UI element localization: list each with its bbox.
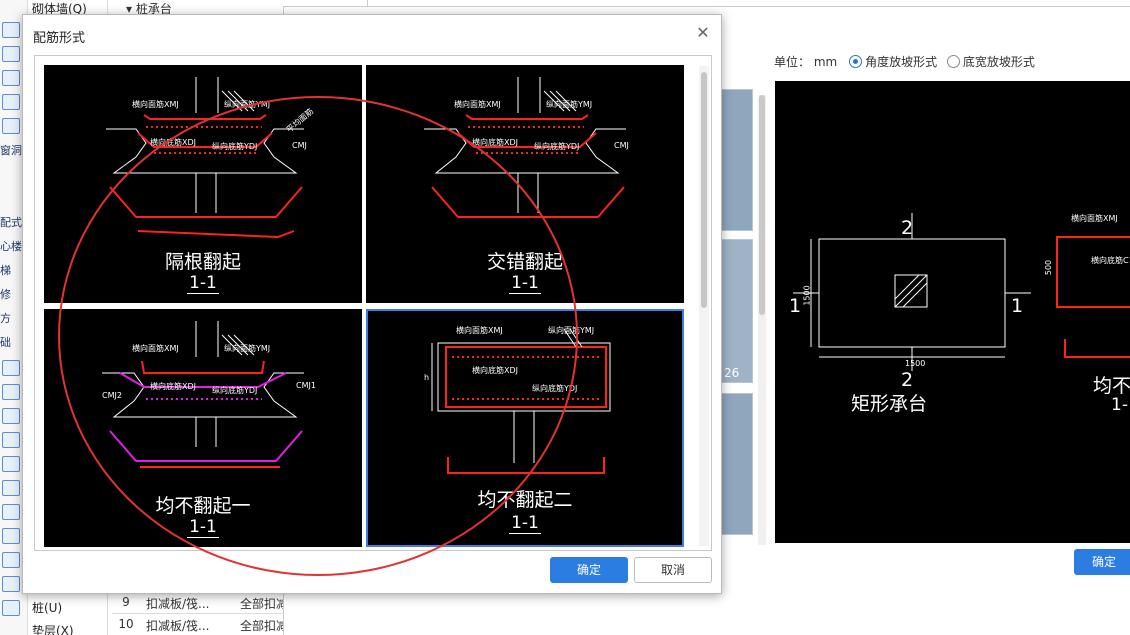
preview-rebar-label: 横向面筋XMJ (1071, 214, 1118, 223)
rebar-option-card[interactable]: 横向面筋XMJ 纵向面筋YMJ 横向底筋XDJ 纵向底筋YDJ CMJ1 CMJ… (44, 309, 362, 547)
rebar-label: CMJ1 (296, 381, 316, 390)
width-dimension: 1500 (905, 359, 926, 368)
row-name: 扣减板/筏... (146, 597, 210, 611)
section-label: 1-1 (187, 273, 219, 294)
preview-rebar-label: 横向底筋C1 (1091, 256, 1130, 265)
ok-button[interactable]: 确定 (550, 557, 628, 583)
section-mark-left: 1 (789, 295, 802, 317)
shape-thumbnail[interactable] (721, 89, 753, 231)
nav-item-cushion[interactable]: 垫层(X) (32, 622, 74, 635)
unit-value: mm (813, 55, 838, 69)
radio-angle-label: 角度放坡形式 (865, 55, 938, 69)
dialog-title: 配筋形式 (33, 31, 86, 46)
rebar-option-card-selected[interactable]: 横向面筋XMJ 纵向面筋YMJ 横向底筋XDJ 纵向底筋YDJ h 均不翻起二 … (366, 309, 684, 547)
rebar-label: 横向面筋XMJ (132, 100, 179, 109)
preview-dimension: 500 (1044, 259, 1054, 276)
preview-drawing (793, 213, 1130, 371)
rebar-label: 纵向底筋YDJ (532, 384, 578, 393)
rebar-label: 纵向底筋YDJ (212, 142, 258, 151)
rebar-label: CMJ (292, 141, 307, 150)
unit-row: 单位： mm 角度放坡形式 底宽放坡形式 (774, 53, 1035, 70)
preview-right-section: 1- (1111, 395, 1128, 415)
section-label: 1-1 (509, 513, 541, 534)
nav-item-pile[interactable]: 桩(U) (32, 599, 62, 616)
rebar-label: CMJ2 (102, 391, 122, 400)
row-index: 10 (118, 617, 134, 631)
pile-icon[interactable] (0, 598, 28, 618)
rebar-label: 纵向面筋YMJ (546, 100, 593, 109)
row-value[interactable]: 全部扣减 (240, 617, 288, 634)
option-caption: 均不翻起二 (477, 489, 573, 511)
option-caption: 均不翻起一 (155, 495, 251, 517)
preview-right-caption: 均不 (1093, 375, 1130, 397)
close-icon[interactable]: ✕ (695, 25, 711, 41)
option-caption: 交错翻起 (486, 251, 563, 273)
rebar-label: 纵向面筋YMJ (548, 326, 595, 335)
radio-dot-icon[interactable] (946, 55, 960, 68)
rebar-label: 横向面筋XMJ (132, 344, 179, 353)
option-scrollbar[interactable] (699, 66, 709, 546)
radio-dot-icon[interactable] (849, 55, 863, 68)
row-name: 扣减板/筏... (146, 619, 210, 633)
section-mark-right: 1 (1011, 295, 1024, 317)
rebar-label: h (424, 373, 430, 382)
preview-caption: 矩形承台 (851, 393, 928, 415)
outer-ok-button[interactable]: 确定 (1074, 549, 1130, 575)
rebar-label: 纵向底筋YDJ (212, 386, 258, 395)
thumbnail-number: 26 (724, 366, 740, 380)
rebar-label: 纵向面筋YMJ (224, 100, 271, 109)
radio-width-slope[interactable]: 底宽放坡形式 (946, 55, 1035, 69)
unit-label: 单位： (774, 55, 811, 69)
rebar-label: CMJ (614, 141, 629, 150)
row-value[interactable]: 全部扣减 (240, 595, 288, 612)
rebar-option-card[interactable]: 横向面筋XMJ 纵向面筋YMJ 横向底筋XDJ 纵向底筋YDJ CMJ 交错翻起… (366, 65, 684, 303)
shape-thumbnail[interactable] (721, 393, 753, 535)
section-mark-bottom: 2 (901, 369, 914, 391)
shape-thumbnail[interactable]: 26 (721, 239, 753, 383)
option-caption: 隔根翻起 (164, 251, 241, 273)
section-mark-top: 2 (901, 217, 914, 239)
radio-angle-slope[interactable]: 角度放坡形式 (849, 55, 937, 69)
rebar-label: 横向底筋XDJ (150, 138, 196, 147)
section-label: 1-1 (187, 517, 219, 538)
rebar-label: 横向面筋XMJ (454, 100, 501, 109)
rebar-label: 纵向面筋YMJ (224, 344, 271, 353)
section-label: 1-1 (509, 273, 541, 294)
shape-preview: 2 2 1 1 1500 1500 矩形承台 横向面筋XMJ 横向底筋C1 50… (775, 81, 1130, 543)
rebar-form-dialog: 配筋形式 ✕ 横向面筋XMJ 纵向面筋YMJ 横向底筋XDJ 纵向底筋YDJ C… (22, 14, 722, 594)
radio-width-label: 底宽放坡形式 (962, 55, 1035, 69)
height-dimension: 1500 (802, 285, 812, 306)
rebar-label: 横向底筋XDJ (472, 366, 518, 375)
rebar-option-grid: 横向面筋XMJ 纵向面筋YMJ 横向底筋XDJ 纵向底筋YDJ CMJ 平均面筋… (34, 55, 712, 551)
cancel-button[interactable]: 取消 (634, 557, 712, 583)
rebar-label: 横向面筋XMJ (456, 326, 503, 335)
rebar-label: 横向底筋XDJ (150, 382, 196, 391)
rebar-label: 横向底筋XDJ (472, 138, 518, 147)
rebar-label: 纵向底筋YDJ (534, 142, 580, 151)
thumbnail-scrollbar[interactable] (758, 95, 766, 545)
row-index: 9 (122, 595, 130, 609)
rebar-option-card[interactable]: 横向面筋XMJ 纵向面筋YMJ 横向底筋XDJ 纵向底筋YDJ CMJ 平均面筋… (44, 65, 362, 303)
